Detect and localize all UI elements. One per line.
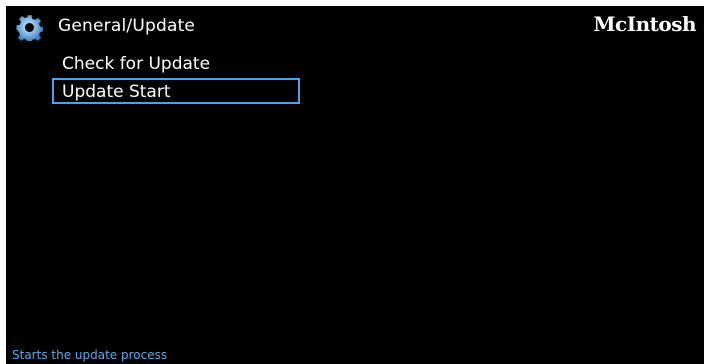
update-menu: Check for Update Update Start	[52, 50, 300, 106]
settings-screen: General/Update McIntosh Check for Update…	[6, 6, 704, 364]
gear-icon	[16, 15, 43, 41]
page-title: General/Update	[58, 16, 196, 36]
menu-item-check-for-update[interactable]: Check for Update	[52, 50, 300, 76]
menu-item-update-start[interactable]: Update Start	[52, 78, 300, 104]
status-help-text: Starts the update process	[12, 348, 168, 362]
mcintosh-logo: McIntosh	[593, 12, 696, 36]
